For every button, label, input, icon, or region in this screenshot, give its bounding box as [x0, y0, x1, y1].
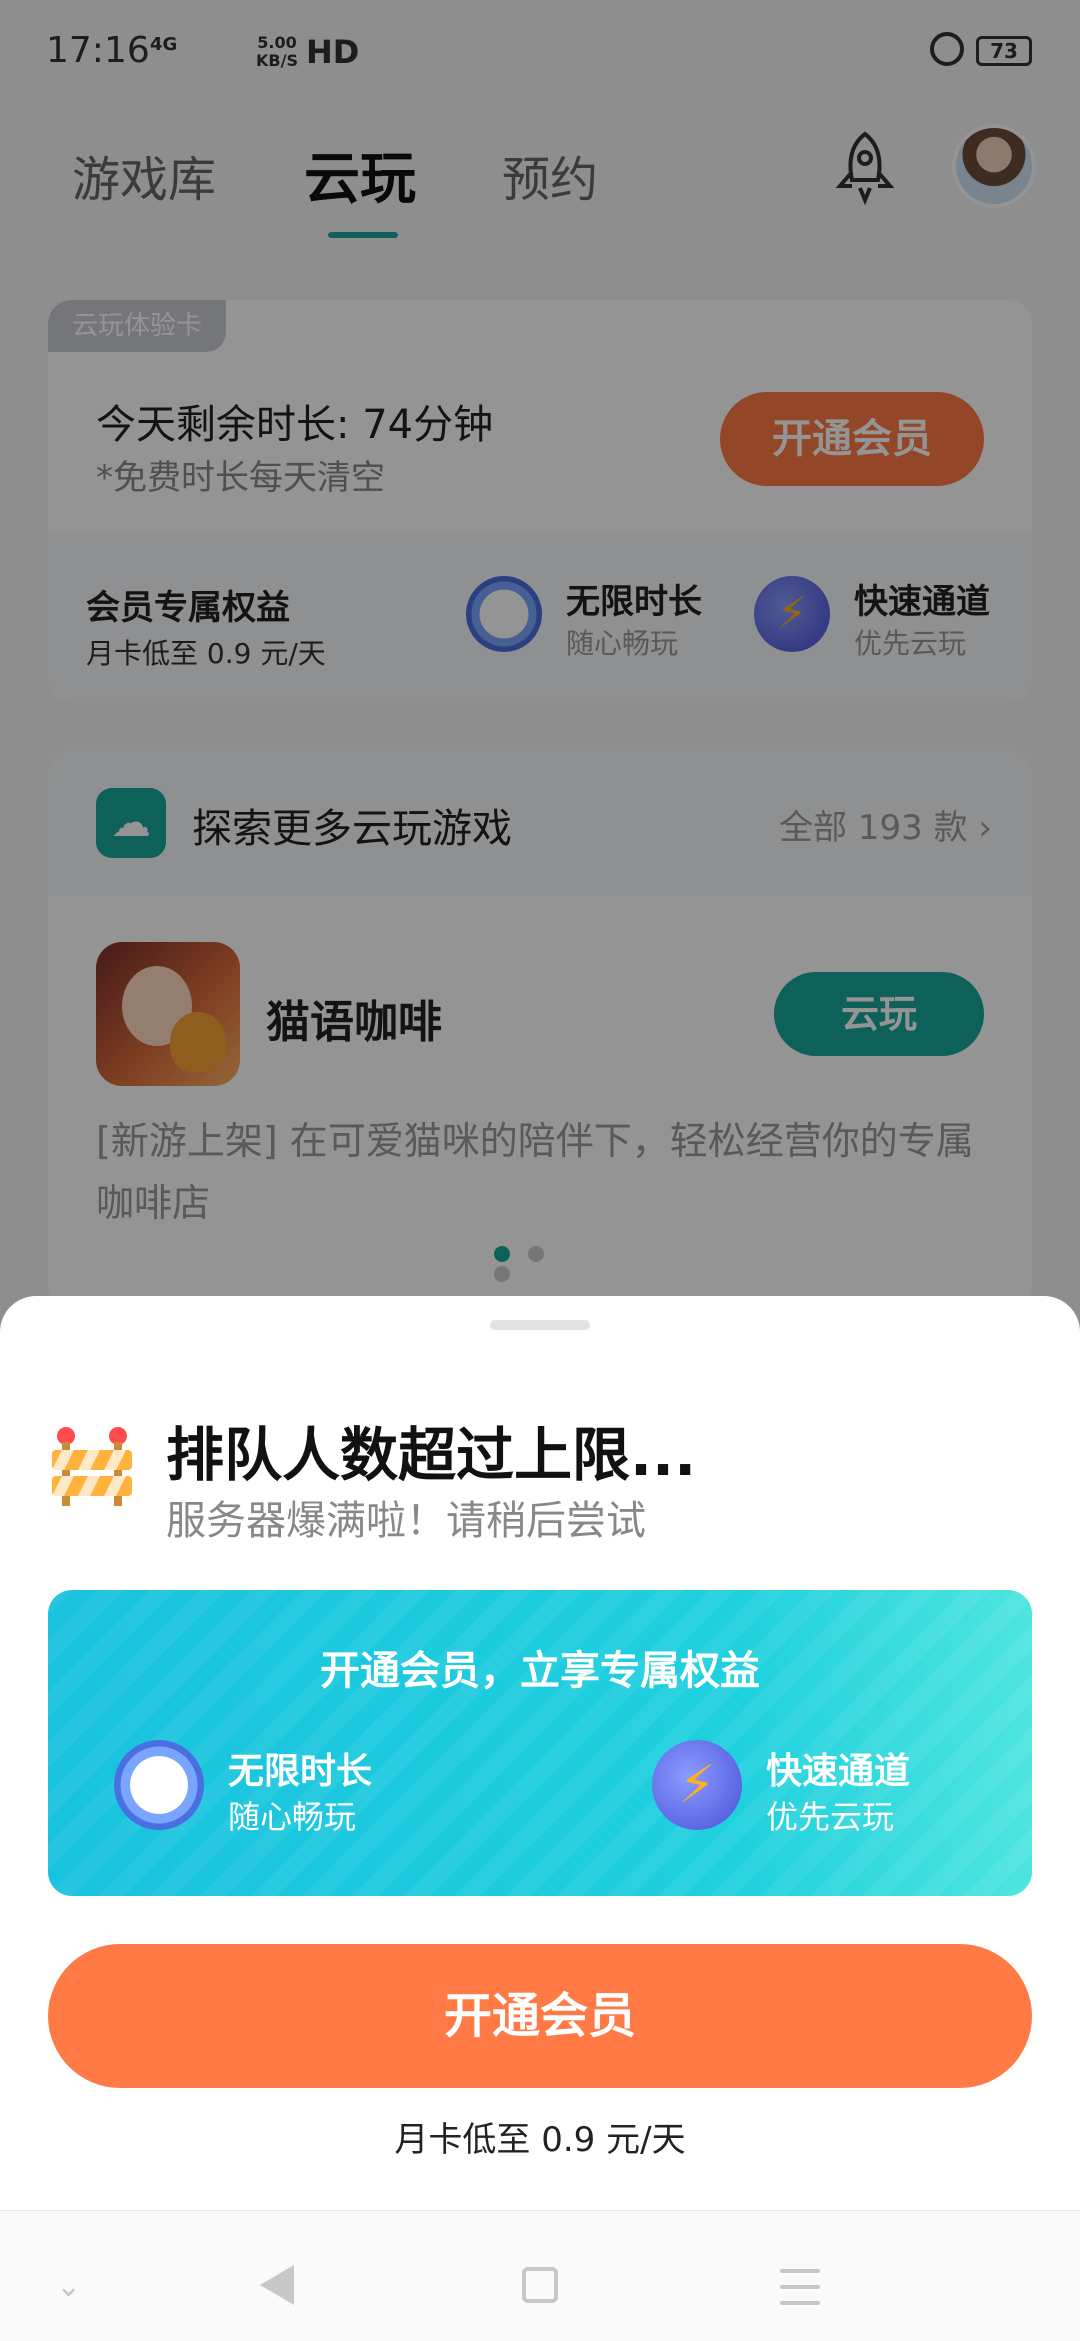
queue-full-sheet: 排队人数超过上限... 服务器爆满啦！请稍后尝试 开通会员，立享专属权益 无限时…: [0, 1296, 1080, 2340]
home-icon[interactable]: [522, 2267, 558, 2303]
membership-promo-banner[interactable]: 开通会员，立享专属权益 无限时长 随心畅玩 ⚡ 快速通道 优先云玩: [48, 1590, 1032, 1896]
promo-title: 开通会员，立享专属权益: [320, 1648, 760, 1694]
sheet-title: 排队人数超过上限...: [166, 1421, 697, 1489]
cloud-play-screen: 17:16 4G 5.00 KB/S HD 73 游戏库 云玩 预约 云玩体验卡…: [0, 0, 1080, 2341]
promo-benefit-title: 无限时长: [228, 1751, 373, 1792]
back-icon[interactable]: [260, 2265, 294, 2305]
sheet-subtitle: 服务器爆满啦！请稍后尝试: [166, 1498, 646, 1544]
lightning-icon: ⚡: [652, 1740, 742, 1830]
promo-benefit-sub: 随心畅玩: [228, 1798, 357, 1836]
clock-icon: [114, 1740, 204, 1830]
sheet-drag-handle[interactable]: [490, 1320, 590, 1330]
price-note: 月卡低至 0.9 元/天: [394, 2120, 686, 2160]
system-nav-bar: ⌄: [0, 2210, 1080, 2341]
chevron-down-icon[interactable]: ⌄: [56, 2269, 81, 2304]
road-barrier-icon: [52, 1427, 132, 1506]
menu-icon[interactable]: [780, 2269, 820, 2305]
promo-benefit-sub: 优先云玩: [766, 1798, 895, 1836]
open-membership-button[interactable]: 开通会员: [48, 1944, 1032, 2088]
promo-benefit-title: 快速通道: [766, 1751, 911, 1792]
